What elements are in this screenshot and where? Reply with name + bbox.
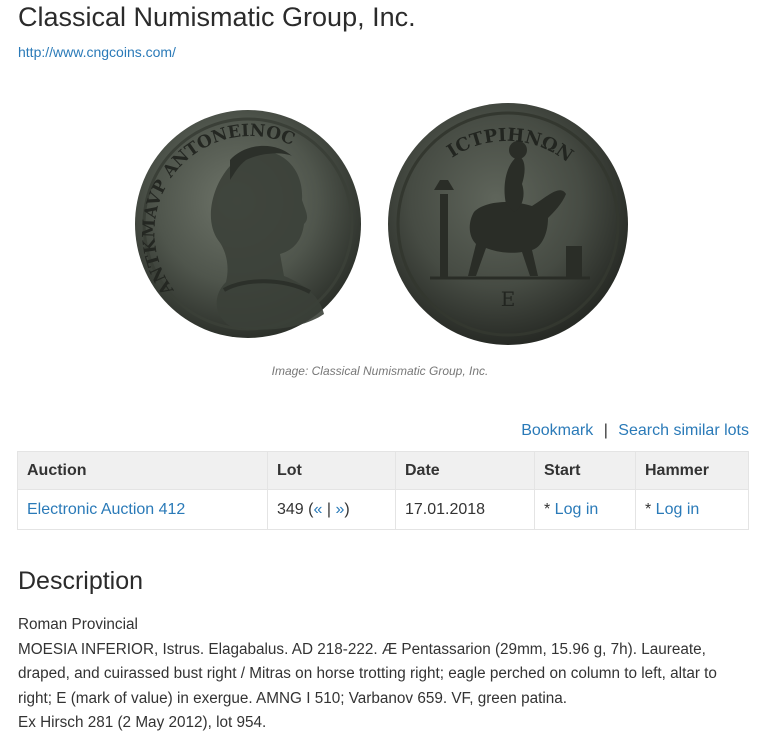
lot-number: 349 <box>277 500 304 518</box>
header-hammer: Hammer <box>635 451 749 490</box>
cell-lot: 349 (« | ») <box>267 489 396 530</box>
auction-link[interactable]: Electronic Auction 412 <box>27 501 185 518</box>
cell-auction: Electronic Auction 412 <box>17 489 268 530</box>
description-body: Roman Provincial MOESIA INFERIOR, Istrus… <box>18 613 753 736</box>
hammer-prefix: * <box>645 500 656 518</box>
description-category: Roman Provincial <box>18 616 138 633</box>
site-url-link[interactable]: http://www.cngcoins.com/ <box>18 44 176 60</box>
start-prefix: * <box>544 500 555 518</box>
header-date: Date <box>395 451 535 490</box>
header-start: Start <box>534 451 636 490</box>
lot-nav-close: ) <box>344 500 350 518</box>
description-provenance: Ex Hirsch 281 (2 May 2012), lot 954. <box>18 714 267 731</box>
cell-date: 17.01.2018 <box>395 489 535 530</box>
lot-nav-separator: | <box>326 500 331 518</box>
coin-image[interactable]: ANTKMAVP ANTONEINOC ICTPIHNΩN E <box>134 100 634 350</box>
auction-table: Auction Lot Date Start Hammer Electronic… <box>17 451 749 530</box>
lot-actions: Bookmark | Search similar lots <box>521 422 749 440</box>
page-title: Classical Numismatic Group, Inc. <box>18 2 416 32</box>
search-similar-link[interactable]: Search similar lots <box>618 422 749 439</box>
description-heading: Description <box>18 567 144 595</box>
header-auction: Auction <box>17 451 268 490</box>
coin-reverse: ICTPIHNΩN E <box>388 103 628 345</box>
previous-lot-link[interactable]: « <box>313 501 322 518</box>
cell-hammer: * Log in <box>635 489 749 530</box>
actions-separator: | <box>603 422 608 439</box>
hammer-login-link[interactable]: Log in <box>656 501 700 518</box>
table-header-row: Auction Lot Date Start Hammer <box>17 451 749 490</box>
description-text: MOESIA INFERIOR, Istrus. Elagabalus. AD … <box>18 640 717 707</box>
coin-obverse: ANTKMAVP ANTONEINOC <box>135 110 361 338</box>
header-lot: Lot <box>267 451 396 490</box>
exergue-mark: E <box>501 287 516 311</box>
cell-start: * Log in <box>534 489 636 530</box>
image-caption: Image: Classical Numismatic Group, Inc. <box>271 364 489 378</box>
table-row: Electronic Auction 412 349 (« | ») 17.01… <box>17 489 749 530</box>
start-login-link[interactable]: Log in <box>555 501 599 518</box>
bookmark-link[interactable]: Bookmark <box>521 422 593 439</box>
